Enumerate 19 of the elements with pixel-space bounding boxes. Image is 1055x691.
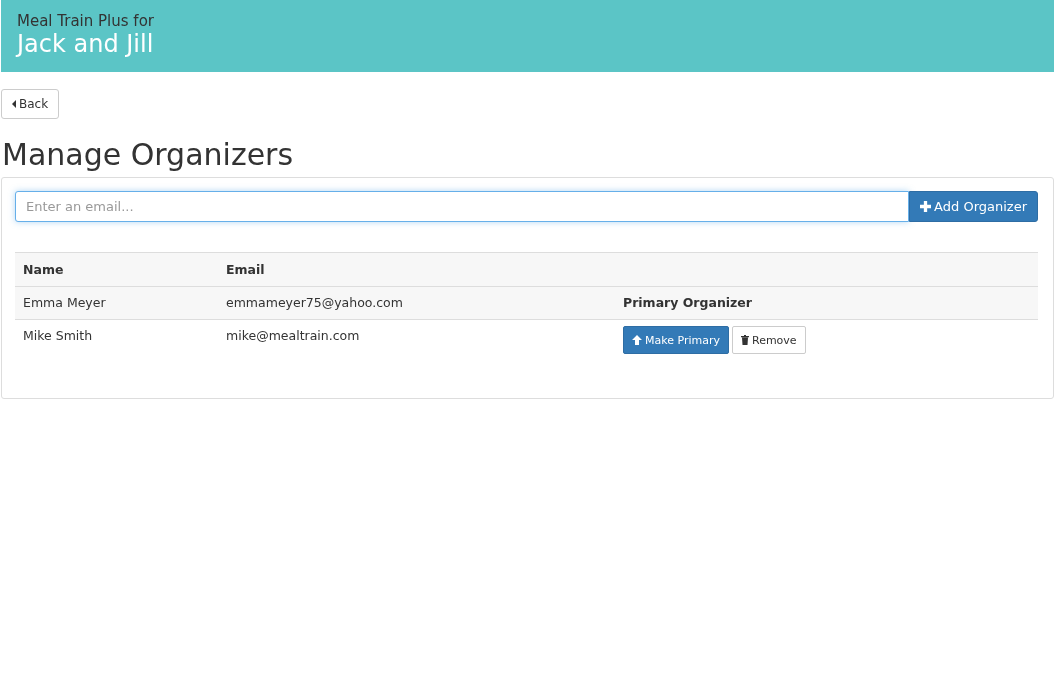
- remove-button[interactable]: Remove: [732, 326, 806, 354]
- table-cell: Emma Meyer: [15, 286, 218, 320]
- email-input[interactable]: Enter an email...: [15, 191, 910, 222]
- column-header: Name: [15, 252, 218, 287]
- column-header: Email: [218, 252, 615, 287]
- plus-icon: [920, 201, 932, 212]
- make-primary-button[interactable]: Make Primary: [623, 326, 729, 354]
- trash-icon: [741, 335, 749, 345]
- header-subtitle: Meal Train Plus for: [17, 12, 155, 30]
- table-cell: emmameyer75@yahoo.com: [218, 286, 615, 320]
- table-cell: mike@mealtrain.com: [218, 319, 615, 360]
- add-organizer-button[interactable]: Add Organizer: [909, 191, 1038, 222]
- header-title: Jack and Jill: [17, 30, 155, 58]
- page-title: Manage Organizers: [2, 137, 295, 172]
- primary-label: Primary Organizer: [623, 295, 752, 310]
- table-cell: Mike Smith: [15, 319, 218, 360]
- caret-left-icon: [12, 100, 16, 108]
- back-button[interactable]: Back: [1, 89, 60, 119]
- arrow-up-icon: [632, 335, 642, 345]
